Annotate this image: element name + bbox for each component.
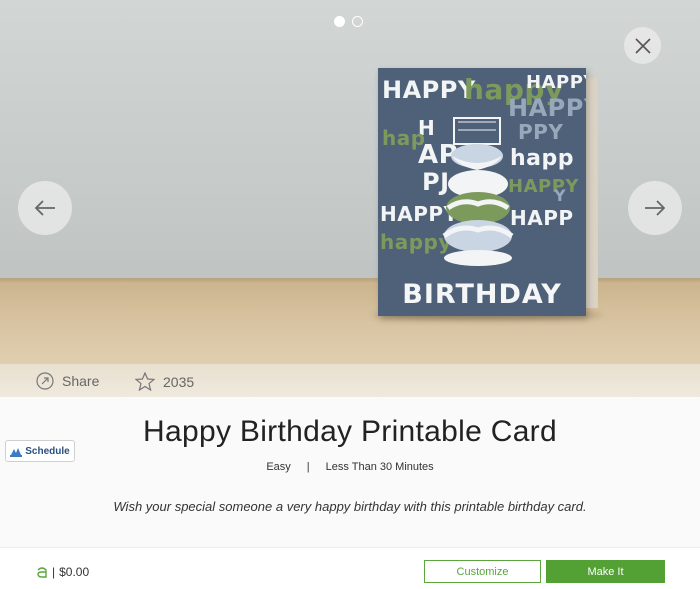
birthday-card-image: HAPPY happy HAPPY HAPPY PPY happ H AP PJ… bbox=[378, 68, 586, 316]
favorite-button[interactable]: 2035 bbox=[135, 372, 194, 391]
card-word: HAPPY bbox=[508, 94, 586, 122]
project-meta: Easy | Less Than 30 Minutes bbox=[0, 461, 700, 473]
share-label: Share bbox=[62, 373, 100, 389]
favorites-count: 2035 bbox=[163, 373, 195, 390]
meta-separator: | bbox=[306, 461, 310, 473]
card-word: Y bbox=[554, 186, 567, 205]
cake-illustration bbox=[442, 117, 514, 266]
carousel-dot-1[interactable] bbox=[334, 16, 345, 27]
project-image-carousel: HAPPY happy HAPPY HAPPY PPY happ H AP PJ… bbox=[0, 0, 700, 364]
make-it-button[interactable]: Make It bbox=[546, 560, 665, 583]
previous-image-button[interactable] bbox=[18, 181, 72, 235]
access-icon bbox=[37, 567, 47, 578]
footer-bar: | $0.00 Customize Make It bbox=[0, 547, 700, 589]
card-word: HAPPY bbox=[526, 72, 586, 93]
arrow-left-icon bbox=[34, 200, 55, 216]
card-word: happ bbox=[510, 146, 575, 171]
card-word: PPY bbox=[518, 120, 564, 144]
next-image-button[interactable] bbox=[628, 181, 682, 235]
difficulty-label: Easy bbox=[266, 461, 291, 473]
card-word: HAPP bbox=[510, 206, 574, 230]
arrow-right-icon bbox=[645, 200, 666, 216]
action-strip: Share 2035 bbox=[0, 364, 700, 397]
project-title: Happy Birthday Printable Card bbox=[143, 415, 557, 448]
card-word: HAPPY bbox=[508, 176, 579, 197]
card-word: HAPPY bbox=[382, 76, 476, 104]
customize-button[interactable]: Customize bbox=[424, 560, 541, 583]
card-word: hap bbox=[382, 126, 426, 150]
star-icon bbox=[135, 372, 155, 391]
share-button[interactable]: Share bbox=[36, 372, 99, 390]
project-info: Schedule Happy Birthday Printable Card E… bbox=[0, 397, 700, 547]
card-birthday-text: BIRTHDAY bbox=[402, 279, 562, 310]
carousel-dot-2[interactable] bbox=[352, 16, 363, 27]
duration-label: Less Than 30 Minutes bbox=[325, 461, 434, 473]
carousel-dots bbox=[334, 16, 363, 27]
project-description: Wish your special someone a very happy b… bbox=[113, 499, 587, 514]
close-button[interactable] bbox=[624, 27, 661, 64]
close-icon bbox=[634, 37, 651, 54]
share-icon bbox=[36, 372, 54, 390]
price-value: $0.00 bbox=[59, 565, 90, 579]
price-info: | $0.00 bbox=[36, 565, 89, 579]
price-separator: | bbox=[52, 565, 56, 579]
